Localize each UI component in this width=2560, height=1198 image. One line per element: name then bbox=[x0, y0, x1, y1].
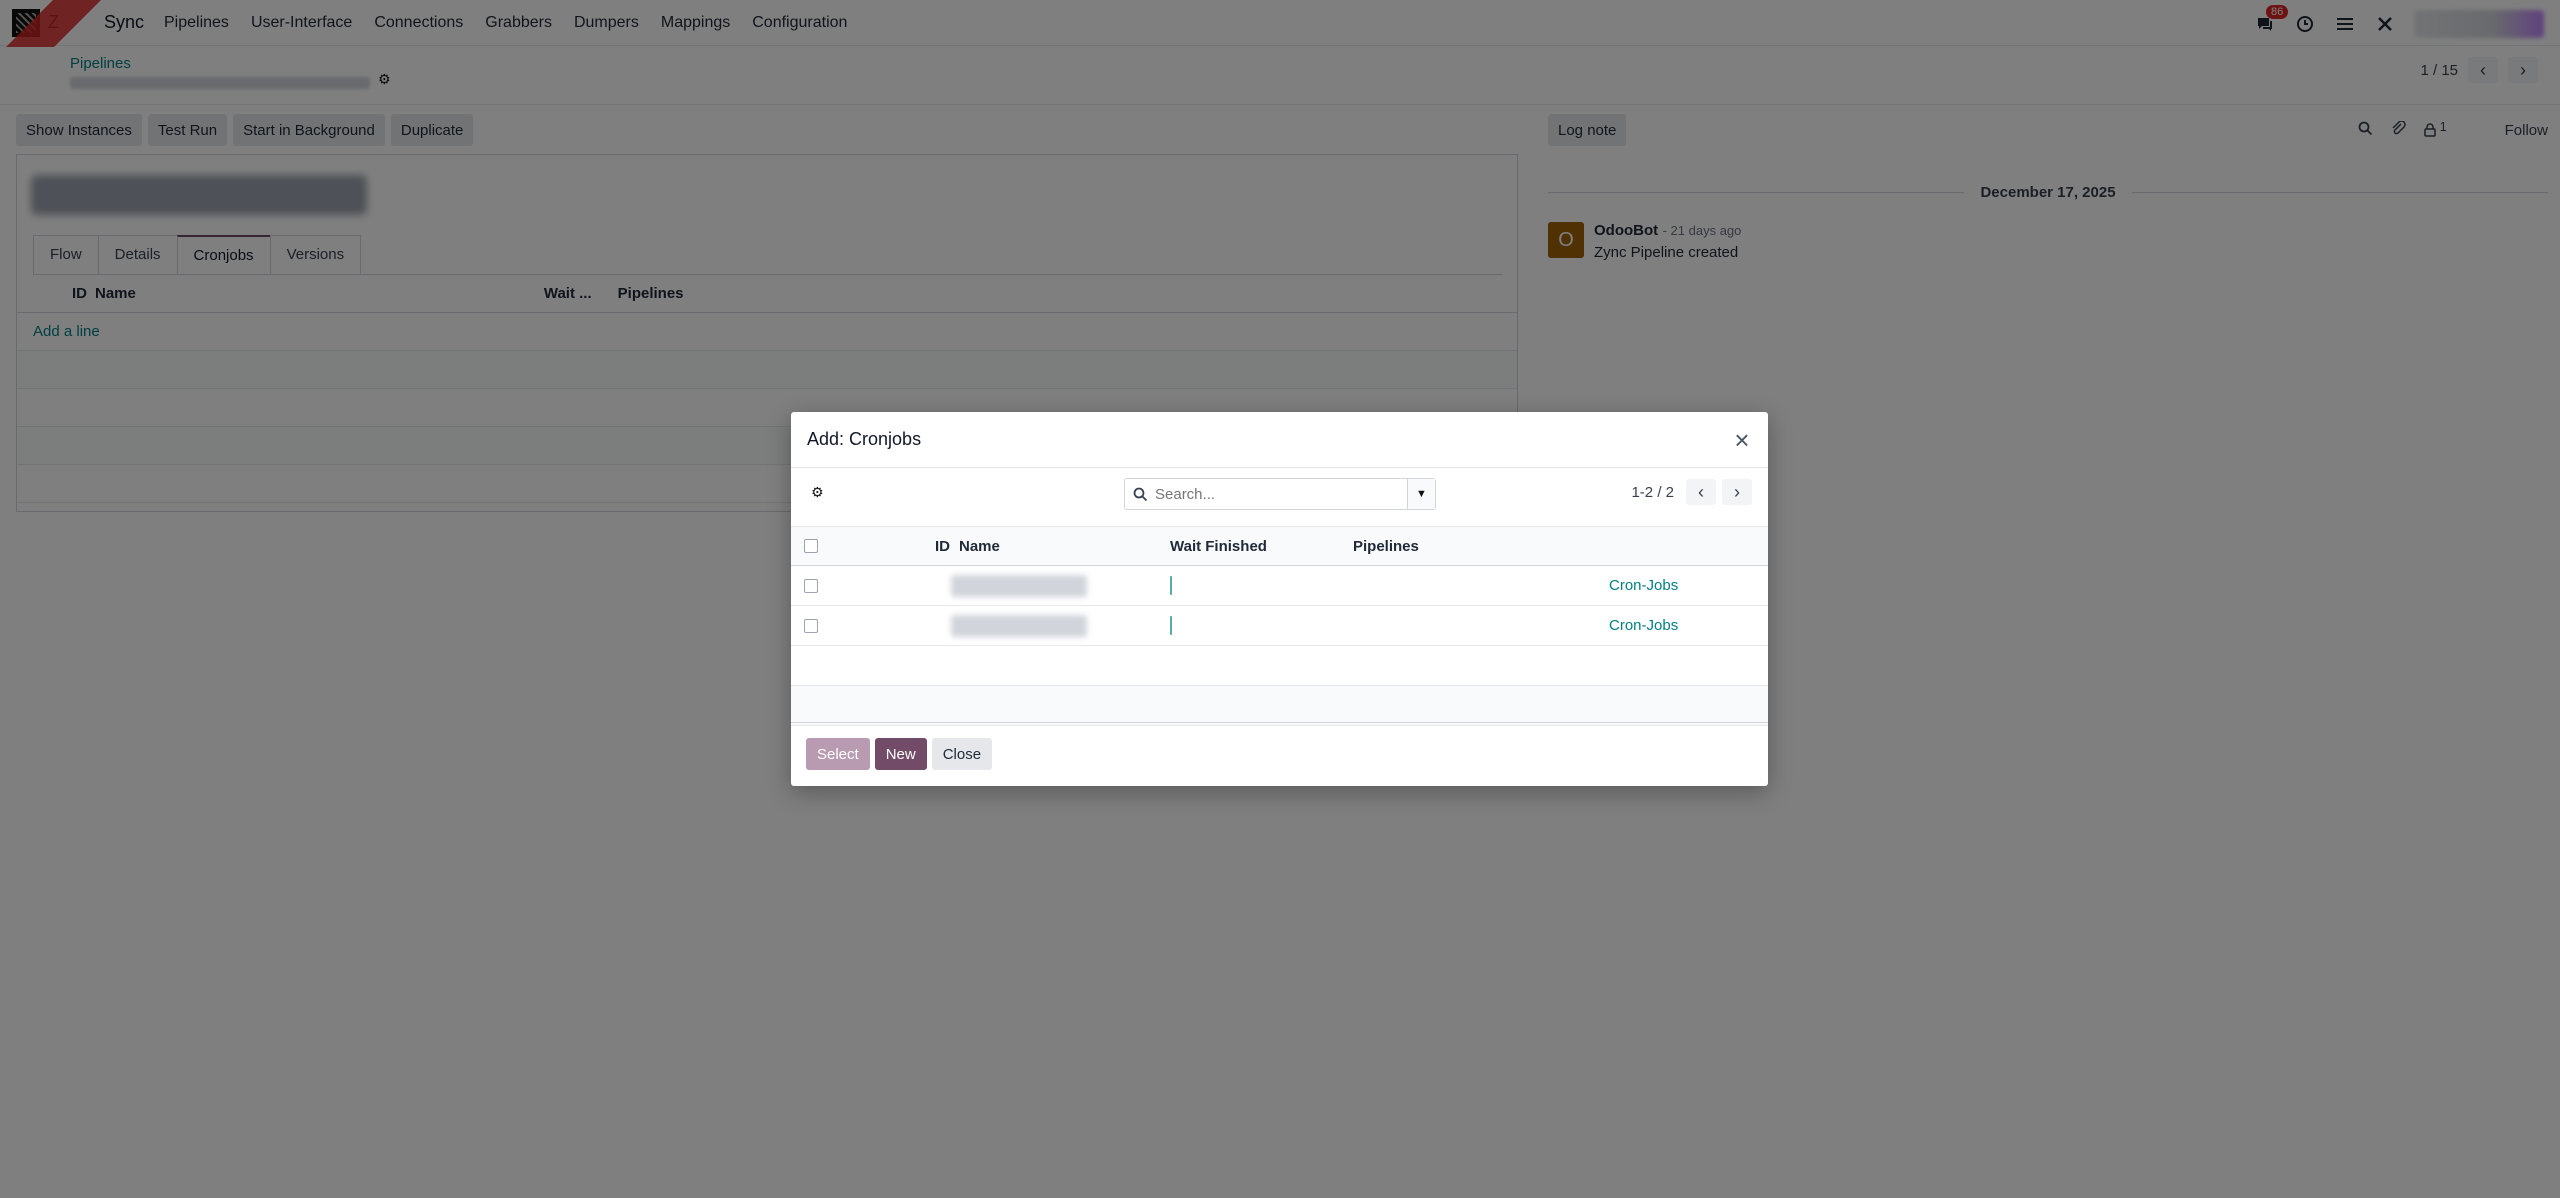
row-checkbox[interactable] bbox=[804, 618, 818, 633]
search-bar: ▼ bbox=[1124, 478, 1436, 510]
dialog-footer: Select New Close bbox=[791, 722, 1768, 786]
table-row bbox=[791, 686, 1768, 726]
dialog-header: Add: Cronjobs × bbox=[791, 412, 1768, 468]
cronjobs-select-table: ID Name Wait Finished Pipelines Cron-Job… bbox=[791, 526, 1768, 726]
wait-finished-checkbox bbox=[1170, 576, 1172, 595]
select-all-checkbox[interactable] bbox=[804, 539, 818, 553]
col-name-header[interactable]: Name bbox=[959, 538, 1000, 555]
search-icon bbox=[1125, 487, 1155, 502]
col-wait-finished-header[interactable]: Wait Finished bbox=[1170, 538, 1267, 555]
add-cronjobs-dialog: Add: Cronjobs × ⚙ ▼ 1-2 / 2 ‹ › ID Name … bbox=[791, 412, 1768, 786]
name-blurred bbox=[951, 574, 1087, 597]
close-button[interactable]: Close bbox=[931, 738, 993, 770]
dialog-pager-value[interactable]: 1-2 / 2 bbox=[1631, 484, 1674, 501]
select-button[interactable]: Select bbox=[806, 738, 870, 770]
dialog-gear-icon[interactable]: ⚙ bbox=[811, 484, 824, 501]
dialog-pager: 1-2 / 2 ‹ › bbox=[1631, 479, 1752, 505]
wait-finished-checkbox bbox=[1170, 616, 1172, 635]
table-row[interactable]: Cron-Jobs bbox=[791, 566, 1768, 606]
cron-jobs-tag[interactable]: Cron-Jobs bbox=[1609, 617, 1678, 634]
cron-jobs-tag[interactable]: Cron-Jobs bbox=[1609, 577, 1678, 594]
table-row bbox=[791, 646, 1768, 686]
dialog-pager-prev[interactable]: ‹ bbox=[1686, 479, 1716, 505]
search-input[interactable] bbox=[1155, 485, 1407, 503]
col-pipelines-header[interactable]: Pipelines bbox=[1353, 538, 1419, 555]
select-table-header: ID Name Wait Finished Pipelines bbox=[791, 526, 1768, 566]
table-row[interactable]: Cron-Jobs bbox=[791, 606, 1768, 646]
new-button[interactable]: New bbox=[874, 738, 927, 770]
name-blurred bbox=[951, 614, 1087, 637]
close-icon[interactable]: × bbox=[1730, 427, 1754, 453]
search-options-toggle[interactable]: ▼ bbox=[1407, 479, 1435, 509]
dialog-title: Add: Cronjobs bbox=[807, 429, 922, 449]
dialog-pager-next[interactable]: › bbox=[1722, 479, 1752, 505]
row-checkbox[interactable] bbox=[804, 578, 818, 593]
col-id-header[interactable]: ID bbox=[935, 538, 950, 555]
